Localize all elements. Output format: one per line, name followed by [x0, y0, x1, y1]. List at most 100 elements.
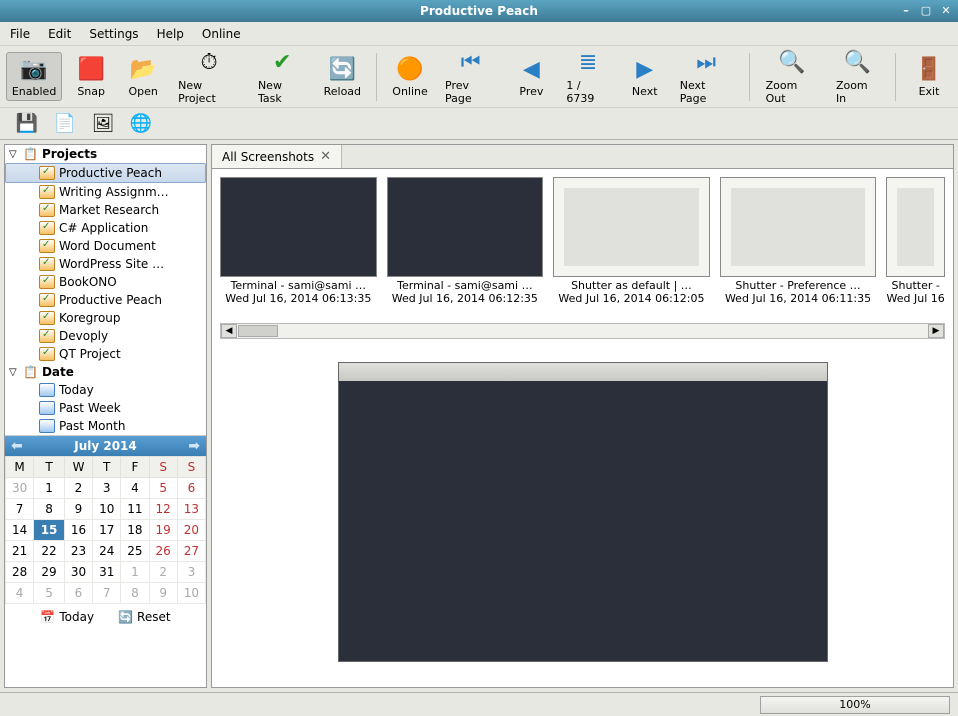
screenshot-thumbnail[interactable]: Terminal - sami@sami …Wed Jul 16, 2014 0… [387, 177, 544, 321]
calendar-day[interactable]: 2 [149, 562, 177, 583]
close-icon[interactable]: ✕ [938, 2, 954, 18]
project-item[interactable]: Productive Peach [5, 163, 206, 183]
reload-button[interactable]: 🔄Reload [319, 53, 367, 100]
tree-header-date[interactable]: ▽ 📋 Date [5, 363, 206, 381]
calendar-day[interactable]: 10 [177, 583, 205, 604]
project-item[interactable]: Koregroup [5, 309, 206, 327]
menu-settings[interactable]: Settings [89, 27, 138, 41]
calendar-day[interactable]: 18 [121, 520, 149, 541]
calendar-day[interactable]: 7 [93, 583, 121, 604]
project-item[interactable]: Word Document [5, 237, 206, 255]
1-6739-button[interactable]: ≣1 / 6739 [560, 47, 615, 107]
new-project-button[interactable]: ⏱New Project [172, 47, 246, 107]
project-item[interactable]: Writing Assignm… [5, 183, 206, 201]
date-filter-item[interactable]: Today [5, 381, 206, 399]
menu-file[interactable]: File [10, 27, 30, 41]
project-item[interactable]: BookONO [5, 273, 206, 291]
next-page-button[interactable]: ⏭Next Page [674, 47, 739, 107]
globe-icon[interactable]: 🌐 [130, 113, 152, 135]
exit-button[interactable]: 🚪Exit [906, 53, 952, 100]
calendar-day[interactable]: 24 [93, 541, 121, 562]
calendar-day[interactable]: 5 [34, 583, 65, 604]
calendar-day[interactable]: 8 [121, 583, 149, 604]
calendar-day[interactable]: 7 [6, 499, 34, 520]
calendar-day[interactable]: 22 [34, 541, 65, 562]
calendar-day[interactable]: 28 [6, 562, 34, 583]
zoom-indicator[interactable]: 100% [760, 696, 950, 714]
calendar-day[interactable]: 30 [64, 562, 92, 583]
calendar-day[interactable]: 20 [177, 520, 205, 541]
calendar-day[interactable]: 23 [64, 541, 92, 562]
project-item[interactable]: C# Application [5, 219, 206, 237]
calendar-day[interactable]: 14 [6, 520, 34, 541]
calendar-day[interactable]: 2 [64, 478, 92, 499]
zoom-out-button[interactable]: 🔍Zoom Out [760, 47, 824, 107]
calendar-day[interactable]: 25 [121, 541, 149, 562]
calendar-day[interactable]: 29 [34, 562, 65, 583]
export-icon[interactable]: 📄 [54, 113, 76, 135]
tab-close-icon[interactable]: ✕ [320, 149, 331, 164]
screenshot-thumbnail[interactable]: Terminal - sami@sami …Wed Jul 16, 2014 0… [220, 177, 377, 321]
menu-edit[interactable]: Edit [48, 27, 71, 41]
cal-prev-icon[interactable]: ⬅ [11, 438, 23, 454]
cal-month-label[interactable]: July 2014 [74, 439, 137, 453]
calendar-day[interactable]: 9 [149, 583, 177, 604]
calendar-day[interactable]: 13 [177, 499, 205, 520]
project-item[interactable]: Productive Peach [5, 291, 206, 309]
menu-help[interactable]: Help [157, 27, 184, 41]
calendar-day[interactable]: 1 [121, 562, 149, 583]
cal-reset-button[interactable]: 🔄 Reset [118, 610, 170, 624]
calendar-day[interactable]: 1 [34, 478, 65, 499]
scroll-left-icon[interactable]: ◀ [221, 324, 237, 338]
thumbnail-scrollbar[interactable]: ◀ ▶ [220, 323, 945, 339]
menu-online[interactable]: Online [202, 27, 241, 41]
project-item[interactable]: QT Project [5, 345, 206, 363]
maximize-icon[interactable]: ▢ [918, 2, 934, 18]
scroll-handle[interactable] [238, 325, 278, 337]
calendar-day[interactable]: 5 [149, 478, 177, 499]
calendar-day[interactable]: 8 [34, 499, 65, 520]
enabled-button[interactable]: 📷Enabled [6, 52, 62, 101]
new-task-button[interactable]: ✔New Task [252, 47, 313, 107]
screenshot-thumbnail[interactable]: Shutter - Preference …Wed Jul 16, 2014 0… [720, 177, 877, 321]
cal-next-icon[interactable]: ➡ [188, 438, 200, 454]
project-item[interactable]: WordPress Site … [5, 255, 206, 273]
prev-button[interactable]: ◀Prev [508, 53, 554, 100]
calendar-day[interactable]: 12 [149, 499, 177, 520]
date-filter-item[interactable]: Past Week [5, 399, 206, 417]
calendar-day[interactable]: 15 [34, 520, 65, 541]
calendar-day[interactable]: 27 [177, 541, 205, 562]
date-filter-item[interactable]: Past Month [5, 417, 206, 435]
scroll-right-icon[interactable]: ▶ [928, 324, 944, 338]
snap-button[interactable]: 🟥Snap [68, 53, 114, 100]
calendar-day[interactable]: 11 [121, 499, 149, 520]
calendar-day[interactable]: 9 [64, 499, 92, 520]
calendar-day[interactable]: 30 [6, 478, 34, 499]
calendar-day[interactable]: 19 [149, 520, 177, 541]
calendar-day[interactable]: 4 [121, 478, 149, 499]
calendar-day[interactable]: 3 [177, 562, 205, 583]
calendar-day[interactable]: 4 [6, 583, 34, 604]
calendar-day[interactable]: 31 [93, 562, 121, 583]
save-icon[interactable]: 💾 [16, 113, 38, 135]
screenshot-thumbnail[interactable]: Shutter -Wed Jul 16 [886, 177, 945, 321]
prev-page-button[interactable]: ⏮Prev Page [439, 47, 502, 107]
screenshot-preview[interactable] [338, 362, 828, 662]
project-item[interactable]: Devoply [5, 327, 206, 345]
screenshot-thumbnail[interactable]: Shutter as default | …Wed Jul 16, 2014 0… [553, 177, 710, 321]
zoom-in-button[interactable]: 🔍Zoom In [830, 47, 885, 107]
calendar-day[interactable]: 26 [149, 541, 177, 562]
delete-image-icon[interactable]: 🖼 [92, 113, 114, 135]
calendar-day[interactable]: 6 [64, 583, 92, 604]
next-button[interactable]: ▶Next [622, 53, 668, 100]
calendar-day[interactable]: 6 [177, 478, 205, 499]
calendar-day[interactable]: 17 [93, 520, 121, 541]
tab-all-screenshots[interactable]: All Screenshots ✕ [212, 145, 342, 168]
tree-header-projects[interactable]: ▽ 📋 Projects [5, 145, 206, 163]
online-button[interactable]: 🟠Online [387, 53, 433, 100]
calendar-day[interactable]: 3 [93, 478, 121, 499]
calendar-day[interactable]: 21 [6, 541, 34, 562]
open-button[interactable]: 📂Open [120, 53, 166, 100]
cal-today-button[interactable]: 📅 Today [40, 610, 94, 624]
minimize-icon[interactable]: – [898, 2, 914, 18]
